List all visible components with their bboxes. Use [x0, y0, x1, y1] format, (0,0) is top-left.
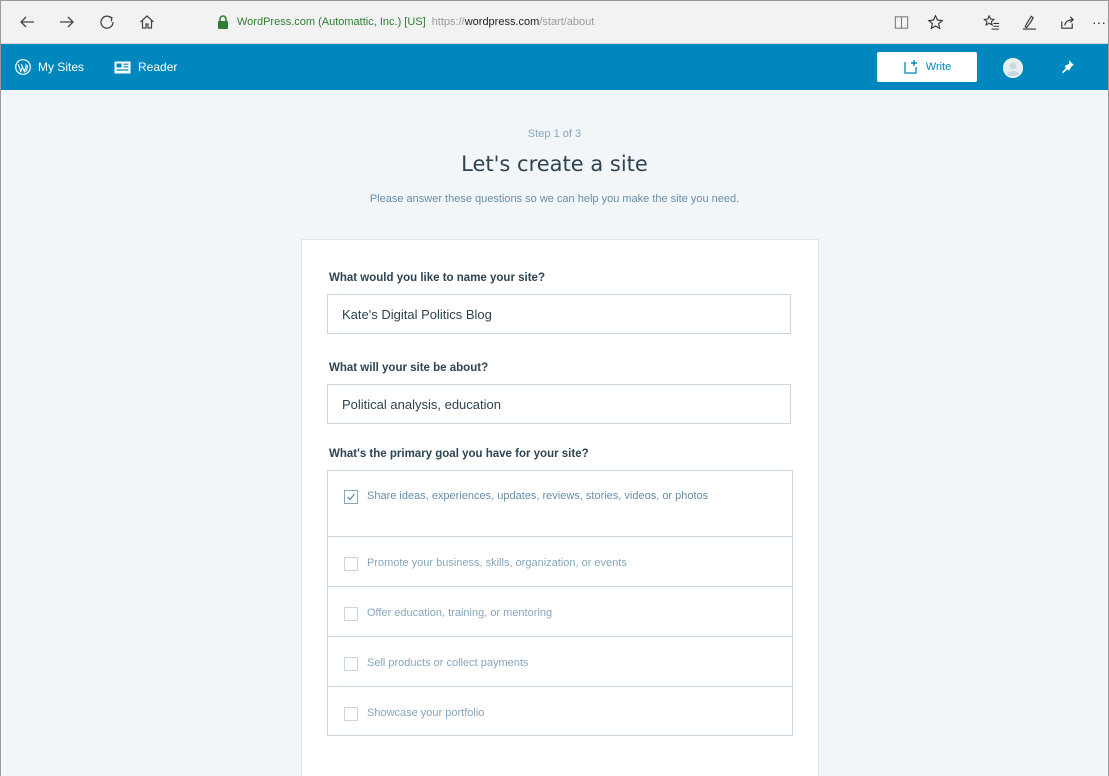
site-info-form: What would you like to name your site? K…: [302, 240, 818, 776]
my-sites-link[interactable]: My Sites: [15, 44, 84, 90]
goal-checkbox[interactable]: [344, 707, 358, 721]
home-icon: [140, 15, 154, 29]
back-button[interactable]: [15, 10, 39, 34]
wordpress-logo-icon: [15, 59, 31, 75]
goal-option-educate[interactable]: Offer education, training, or mentoring: [328, 587, 792, 637]
address-bar[interactable]: WordPress.com (Automattic, Inc.) [US] ht…: [217, 10, 594, 34]
notes-button[interactable]: [1014, 7, 1044, 37]
browser-toolbar: WordPress.com (Automattic, Inc.) [US] ht…: [1, 1, 1108, 44]
home-button[interactable]: [135, 10, 159, 34]
write-button[interactable]: Write: [877, 52, 977, 82]
goal-option-label: Share ideas, experiences, updates, revie…: [367, 490, 709, 502]
page-title: Let's create a site: [461, 152, 648, 176]
goal-option-portfolio[interactable]: Showcase your portfolio: [328, 687, 792, 735]
goal-options: Share ideas, experiences, updates, revie…: [327, 470, 793, 736]
site-topic-input[interactable]: Political analysis, education: [327, 384, 791, 424]
goal-option-sell[interactable]: Sell products or collect payments: [328, 637, 792, 687]
url-protocol: https://: [431, 16, 465, 28]
reader-label: Reader: [138, 60, 178, 74]
url-host: wordpress.com: [464, 16, 540, 28]
goal-checkbox-checked[interactable]: [344, 490, 358, 504]
browser-window: WordPress.com (Automattic, Inc.) [US] ht…: [0, 0, 1109, 776]
forward-button[interactable]: [55, 10, 79, 34]
favorite-button[interactable]: [920, 7, 950, 37]
avatar-icon: [1006, 62, 1020, 76]
write-label: Write: [925, 61, 952, 73]
goal-checkbox[interactable]: [344, 657, 358, 671]
goal-checkbox[interactable]: [344, 607, 358, 621]
favorites-list-icon: [982, 14, 999, 30]
pen-icon: [1022, 15, 1036, 30]
signup-main: Step 1 of 3 Let's create a site Please a…: [1, 90, 1108, 776]
lock-icon: [218, 15, 228, 29]
site-goal-label: What's the primary goal you have for you…: [329, 448, 589, 460]
goal-option-label: Offer education, training, or mentoring: [367, 607, 553, 619]
favorites-list-button[interactable]: [976, 7, 1006, 37]
wp-masterbar: My Sites Reader Write: [1, 44, 1108, 90]
url-path: /start/about: [539, 16, 595, 28]
arrow-left-icon: [20, 16, 34, 28]
goal-option-label: Showcase your portfolio: [367, 707, 485, 719]
arrow-right-icon: [60, 16, 74, 28]
site-topic-label: What will your site be about?: [329, 362, 489, 374]
goal-option-promote[interactable]: Promote your business, skills, organizat…: [328, 537, 792, 587]
reader-icon: [114, 61, 131, 73]
reading-view-icon: [894, 15, 908, 29]
share-icon: [1060, 15, 1074, 29]
reading-view-button[interactable]: [886, 7, 916, 37]
bell-icon[interactable]: [1058, 58, 1076, 76]
overflow-dots: ···: [1092, 14, 1106, 30]
reader-link[interactable]: Reader: [114, 44, 177, 90]
goal-option-label: Sell products or collect payments: [367, 657, 529, 669]
star-icon: [926, 13, 944, 29]
my-sites-label: My Sites: [38, 60, 85, 74]
site-name-input[interactable]: Kate's Digital Politics Blog: [327, 294, 791, 334]
step-indicator: Step 1 of 3: [527, 128, 582, 140]
write-icon: [904, 60, 917, 74]
page-subtitle: Please answer these questions so we can …: [369, 193, 740, 205]
refresh-icon: [100, 15, 114, 29]
browser-actions: ···: [886, 1, 1108, 43]
site-identity: WordPress.com (Automattic, Inc.) [US]: [237, 16, 426, 28]
goal-option-share[interactable]: Share ideas, experiences, updates, revie…: [328, 471, 792, 537]
more-menu-button[interactable]: ···: [1090, 7, 1108, 37]
refresh-button[interactable]: [95, 10, 119, 34]
goal-checkbox[interactable]: [344, 557, 358, 571]
share-button[interactable]: [1052, 7, 1082, 37]
user-avatar[interactable]: [1003, 58, 1023, 78]
goal-option-label: Promote your business, skills, organizat…: [367, 557, 627, 569]
site-name-label: What would you like to name your site?: [329, 272, 545, 284]
checkmark-icon: [347, 493, 356, 501]
